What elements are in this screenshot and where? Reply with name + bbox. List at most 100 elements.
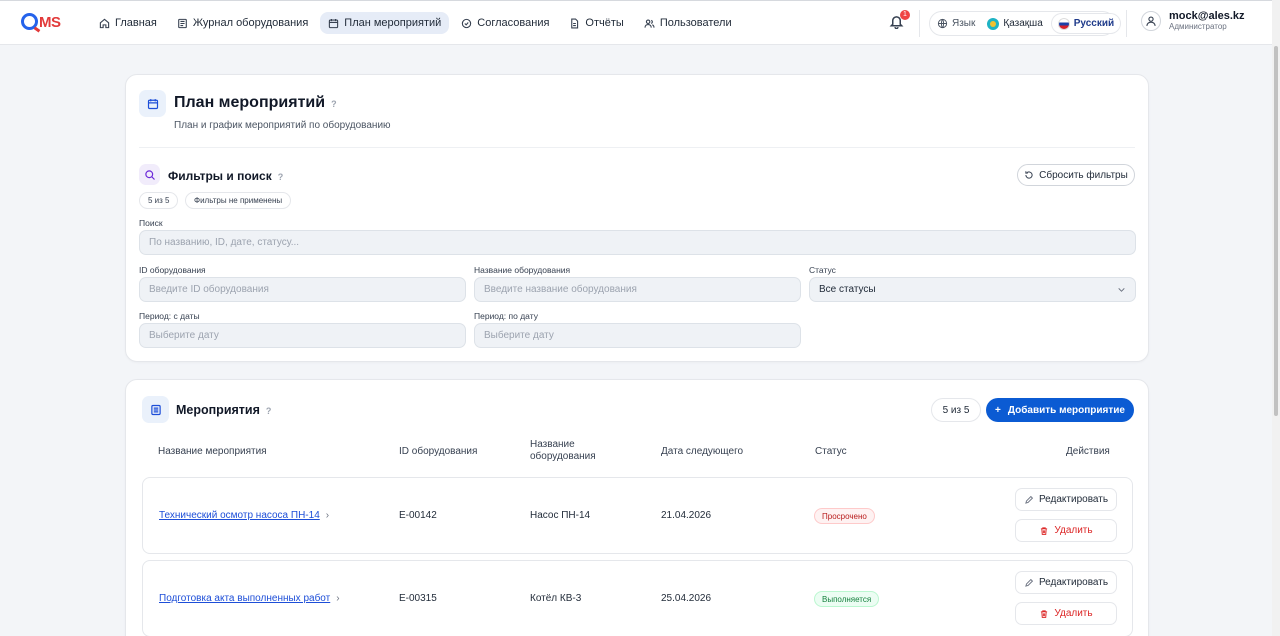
- table-row: Подготовка акта выполненных работ › E-003…: [142, 560, 1133, 636]
- top-bar: MS Главная Журнал оборудования План меро…: [0, 0, 1272, 45]
- language-option-kazakh[interactable]: Қазақша: [981, 14, 1048, 33]
- events-title: Мероприятия?: [176, 403, 272, 417]
- divider: [1126, 10, 1127, 37]
- equipment-name-cell: Насос ПН-14: [530, 510, 591, 521]
- table-row: Технический осмотр насоса ПН-14 › E-00142…: [142, 477, 1133, 554]
- language-switcher: Язык Қазақша Русский: [929, 11, 1121, 36]
- reset-icon: [1025, 171, 1033, 179]
- scrollbar-thumb[interactable]: [1274, 46, 1278, 416]
- plus-icon: +: [995, 404, 1001, 416]
- user-menu[interactable]: mock@ales.kz Администратор: [1141, 10, 1245, 32]
- nav-item-users[interactable]: Пользователи: [636, 12, 740, 34]
- page-scrollbar[interactable]: [1272, 0, 1280, 636]
- next-date-cell: 21.04.2026: [661, 510, 712, 521]
- event-name-cell: Подготовка акта выполненных работ ›: [159, 593, 340, 604]
- date-from-label: Период: с даты: [139, 311, 200, 321]
- page-icon-box: [139, 90, 166, 117]
- column-header-name[interactable]: Название мероприятия: [158, 446, 267, 458]
- page-subtitle: План и график мероприятий по оборудовани…: [174, 120, 391, 131]
- filters-card: План мероприятий? План и график мероприя…: [125, 74, 1149, 362]
- users-icon: [644, 19, 655, 28]
- event-name-cell: Технический осмотр насоса ПН-14 ›: [159, 510, 329, 521]
- kz-flag-icon: [987, 17, 1000, 30]
- help-icon[interactable]: ?: [278, 172, 284, 182]
- logo-q-icon: [21, 13, 38, 30]
- nav-item-approvals[interactable]: Согласования: [453, 12, 557, 34]
- chevron-down-icon: [1118, 288, 1125, 292]
- divider: [919, 10, 920, 37]
- column-header-equipment-id[interactable]: ID оборудования: [399, 446, 477, 458]
- nav-item-journal[interactable]: Журнал оборудования: [169, 12, 316, 34]
- nav-item-plan[interactable]: План мероприятий: [320, 12, 450, 34]
- column-header-status[interactable]: Статус: [815, 446, 847, 458]
- language-option-russian[interactable]: Русский: [1051, 14, 1121, 33]
- calendar-icon: [329, 18, 339, 28]
- nav-item-home[interactable]: Главная: [91, 12, 165, 34]
- column-header-next-date[interactable]: Дата следующего: [661, 446, 743, 458]
- user-info: mock@ales.kz Администратор: [1169, 10, 1245, 32]
- edit-button[interactable]: Редактировать: [1015, 571, 1117, 594]
- search-input[interactable]: По названию, ID, дате, статусу...: [139, 230, 1136, 255]
- delete-button[interactable]: Удалить: [1015, 602, 1117, 625]
- status-badge: Просрочено: [814, 508, 875, 524]
- reset-filters-button[interactable]: Сбросить фильтры: [1017, 164, 1135, 186]
- user-role: Администратор: [1169, 22, 1227, 31]
- user-icon: [1146, 16, 1156, 26]
- help-icon[interactable]: ?: [331, 99, 337, 109]
- page-title: План мероприятий?: [174, 94, 337, 111]
- main-nav: Главная Журнал оборудования План меропри…: [91, 12, 740, 34]
- pencil-icon: [1025, 578, 1034, 587]
- results-count-chip: 5 из 5: [139, 192, 179, 209]
- edit-button[interactable]: Редактировать: [1015, 488, 1117, 511]
- notification-count-badge: 1: [900, 10, 910, 20]
- globe-icon: [937, 18, 948, 29]
- pencil-icon: [1025, 495, 1034, 504]
- equipment-name-label: Название оборудования: [474, 265, 571, 275]
- date-to-label: Период: по дату: [474, 311, 538, 321]
- events-count-badge: 5 из 5: [931, 398, 981, 422]
- status-label: Статус: [809, 265, 836, 275]
- trash-icon: [1041, 609, 1048, 618]
- column-header-equipment-name[interactable]: Название оборудования: [530, 439, 596, 463]
- chevron-right-icon: ›: [325, 510, 330, 521]
- language-label: Язык: [937, 18, 975, 29]
- events-icon-box: [142, 396, 169, 423]
- date-to-input[interactable]: Выберите дату: [474, 323, 801, 348]
- help-icon[interactable]: ?: [266, 406, 272, 416]
- status-badge: Выполняется: [814, 591, 880, 607]
- trash-icon: [1041, 526, 1048, 535]
- equipment-id-input[interactable]: Введите ID оборудования: [139, 277, 466, 302]
- document-icon: [571, 17, 579, 29]
- date-from-input[interactable]: Выберите дату: [139, 323, 466, 348]
- filters-title: Фильтры и поиск?: [168, 169, 284, 183]
- next-date-cell: 25.04.2026: [661, 593, 712, 604]
- list-icon: [150, 404, 161, 415]
- equipment-id-label: ID оборудования: [139, 265, 206, 275]
- filters-icon-box: [139, 164, 160, 185]
- status-select[interactable]: Все статусы: [809, 277, 1136, 302]
- check-circle-icon: [462, 18, 472, 28]
- delete-button[interactable]: Удалить: [1015, 519, 1117, 542]
- search-label: Поиск: [139, 218, 163, 228]
- add-event-button[interactable]: + Добавить мероприятие: [986, 398, 1134, 422]
- chevron-right-icon: ›: [336, 593, 340, 604]
- ru-flag-icon: [1057, 17, 1070, 30]
- filters-applied-chip: Фильтры не применены: [185, 192, 292, 209]
- avatar: [1141, 11, 1161, 31]
- user-email: mock@ales.kz: [1169, 10, 1245, 22]
- home-icon: [99, 18, 110, 28]
- divider: [139, 147, 1135, 148]
- column-header-actions: Действия: [1066, 446, 1110, 457]
- events-card: Мероприятия? 5 из 5 + Добавить мероприят…: [125, 379, 1149, 636]
- nav-item-reports[interactable]: Отчёты: [561, 12, 631, 34]
- calendar-icon: [147, 98, 158, 109]
- journal-icon: [178, 18, 187, 28]
- event-link[interactable]: Подготовка акта выполненных работ: [159, 593, 330, 604]
- notifications-button[interactable]: 1: [889, 10, 910, 32]
- equipment-name-input[interactable]: Введите название оборудования: [474, 277, 801, 302]
- event-link[interactable]: Технический осмотр насоса ПН-14: [159, 510, 320, 521]
- equipment-name-cell: Котёл КВ-3: [530, 593, 582, 604]
- app-logo[interactable]: MS: [21, 13, 61, 31]
- equipment-id-cell: E-00315: [399, 593, 437, 604]
- search-icon: [144, 169, 155, 180]
